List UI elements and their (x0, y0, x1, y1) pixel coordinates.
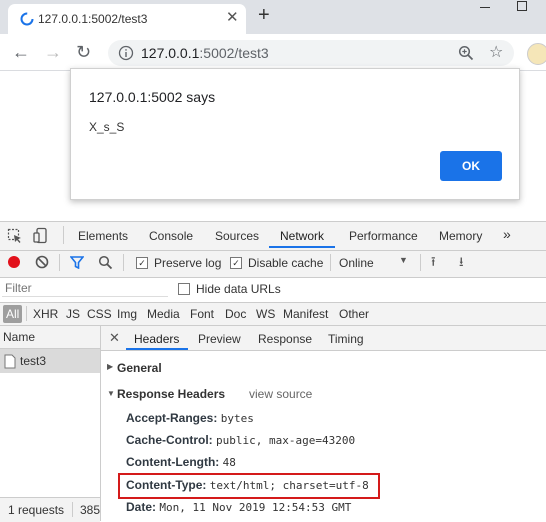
preserve-log-label: Preserve log (154, 256, 222, 270)
request-count: 1 requests (8, 503, 65, 517)
tab-preview[interactable]: Preview (198, 332, 241, 346)
name-header-label: Name (3, 330, 36, 344)
header-value: Mon, 11 Nov 2019 12:54:53 GMT (159, 501, 352, 514)
import-har-icon[interactable]: ⭱ (431, 253, 436, 275)
type-img[interactable]: Img (117, 307, 137, 321)
active-detail-tab-indicator (126, 348, 188, 350)
search-icon[interactable] (98, 255, 113, 270)
export-har-icon[interactable]: ⭳ (459, 253, 464, 275)
divider (123, 254, 124, 271)
tab-performance[interactable]: Performance (349, 229, 418, 243)
status-bar: 1 requests 385 (0, 497, 100, 522)
tab-title: 127.0.0.1:5002/test3 (38, 12, 148, 26)
transferred-size: 385 (80, 503, 101, 517)
forward-icon[interactable]: → (44, 42, 62, 63)
record-icon[interactable] (8, 256, 20, 268)
divider (63, 226, 64, 244)
type-manifest[interactable]: Manifest (283, 307, 328, 321)
type-xhr[interactable]: XHR (33, 307, 58, 321)
reload-icon[interactable]: ↻ (76, 42, 91, 63)
type-font[interactable]: Font (190, 307, 214, 321)
url-host: 127.0.0.1 (141, 45, 200, 61)
alert-dialog: 127.0.0.1:5002 says X_s_S OK (70, 68, 520, 200)
device-toolbar-icon[interactable] (33, 227, 49, 245)
clear-icon[interactable] (35, 255, 49, 269)
preserve-log-checkbox[interactable]: ✓ (136, 257, 148, 269)
type-css[interactable]: CSS (87, 307, 112, 321)
header-value: public, max-age=43200 (216, 434, 356, 447)
divider (330, 254, 331, 271)
header-value: 48 (222, 456, 236, 469)
response-headers-title[interactable]: Response Headers (117, 387, 225, 401)
loading-icon (20, 12, 34, 26)
header-row: Date: Mon, 11 Nov 2019 12:54:53 GMT (126, 500, 351, 514)
tab-timing[interactable]: Timing (328, 332, 364, 346)
filter-icon[interactable] (70, 256, 84, 269)
type-js[interactable]: JS (66, 307, 80, 321)
expand-right-icon[interactable]: ▶ (107, 362, 113, 371)
tab-response[interactable]: Response (258, 332, 312, 346)
browser-tab[interactable]: 127.0.0.1:5002/test3 ✕ (8, 4, 246, 34)
expand-down-icon[interactable]: ▼ (107, 389, 115, 398)
dialog-message: X_s_S (89, 120, 125, 134)
disable-cache-checkbox[interactable]: ✓ (230, 257, 242, 269)
type-all[interactable]: All (3, 305, 23, 323)
url-text: 127.0.0.1:5002/test3 (141, 45, 269, 61)
header-row: Content-Length: 48 (126, 455, 236, 469)
close-detail-icon[interactable]: ✕ (109, 330, 120, 346)
divider (420, 254, 421, 271)
request-row[interactable]: test3 (0, 349, 100, 373)
tab-memory[interactable]: Memory (439, 229, 482, 243)
hide-data-urls-label: Hide data URLs (196, 282, 281, 296)
header-value: bytes (220, 412, 254, 425)
general-section-title[interactable]: General (117, 361, 162, 375)
header-key: Date: (126, 500, 157, 514)
view-source-link[interactable]: view source (249, 387, 312, 401)
tab-sources[interactable]: Sources (215, 229, 259, 243)
throttling-select[interactable]: Online (339, 256, 374, 270)
dialog-title: 127.0.0.1:5002 says (89, 89, 216, 105)
info-icon[interactable] (118, 45, 134, 61)
header-key: Accept-Ranges: (126, 411, 218, 425)
url-path: :5002/test3 (199, 45, 269, 61)
inspect-element-icon[interactable] (7, 228, 23, 244)
document-icon (4, 354, 16, 369)
profile-avatar[interactable] (527, 43, 546, 65)
tab-close-icon[interactable]: ✕ (226, 8, 239, 26)
header-row: Cache-Control: public, max-age=43200 (126, 433, 355, 447)
new-tab-icon[interactable]: + (258, 4, 270, 27)
tab-elements[interactable]: Elements (78, 229, 128, 243)
divider (26, 306, 27, 321)
back-icon[interactable]: ← (12, 42, 30, 63)
type-media[interactable]: Media (147, 307, 180, 321)
hide-data-urls-checkbox[interactable] (178, 283, 190, 295)
tab-network[interactable]: Network (280, 229, 324, 243)
bookmark-star-icon[interactable]: ☆ (489, 42, 503, 62)
type-ws[interactable]: WS (256, 307, 275, 321)
tab-console[interactable]: Console (149, 229, 193, 243)
type-doc[interactable]: Doc (225, 307, 246, 321)
tab-headers[interactable]: Headers (134, 332, 179, 346)
divider (72, 502, 73, 517)
more-tabs-icon[interactable]: » (503, 226, 511, 242)
filter-input[interactable] (2, 280, 168, 297)
divider (59, 254, 60, 271)
request-name: test3 (20, 354, 47, 368)
header-key: Content-Length: (126, 455, 220, 469)
header-row: Accept-Ranges: bytes (126, 411, 254, 425)
disable-cache-label: Disable cache (248, 256, 324, 270)
type-other[interactable]: Other (339, 307, 369, 321)
name-column-header[interactable]: Name (0, 326, 100, 349)
maximize-icon[interactable] (517, 1, 527, 11)
zoom-icon[interactable] (458, 45, 474, 61)
highlight-box (118, 473, 380, 499)
ok-button[interactable]: OK (440, 151, 502, 181)
active-tab-indicator (269, 246, 335, 248)
header-key: Cache-Control: (126, 433, 213, 447)
chevron-down-icon[interactable]: ▼ (399, 255, 408, 265)
minimize-icon[interactable] (480, 7, 490, 9)
